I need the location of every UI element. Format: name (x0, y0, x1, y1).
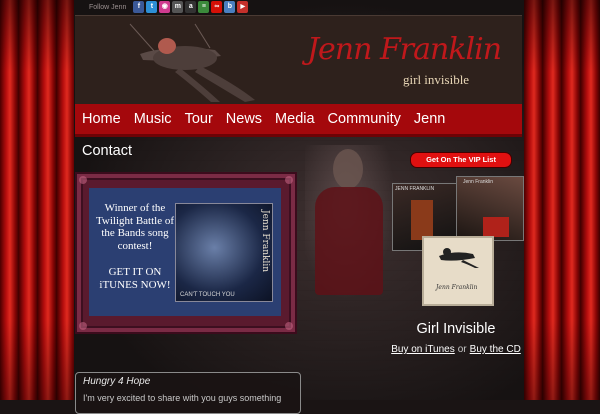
post-title[interactable]: Hungry 4 Hope (83, 376, 150, 387)
post-excerpt: I'm very excited to share with you guys … (83, 393, 282, 403)
myspace-icon[interactable]: m (172, 1, 184, 13)
nav-media[interactable]: Media (268, 111, 321, 127)
buy-itunes-link[interactable]: Buy on iTunes (391, 344, 455, 355)
vip-list-button[interactable]: Get On The VIP List (410, 152, 512, 168)
nav-overflow: Contact (75, 136, 139, 166)
right-curtain (524, 0, 600, 400)
release-title: Girl Invisible (416, 321, 496, 337)
facebook-icon[interactable]: f (133, 1, 145, 13)
nav-jenn[interactable]: Jenn (407, 111, 451, 127)
or-text: or (457, 344, 467, 355)
artist-logo[interactable]: Jenn Franklin (307, 32, 502, 67)
album1-title: JENN FRANKLIN (395, 186, 435, 192)
swing-silhouette-logo (129, 23, 255, 102)
amazon-icon[interactable]: a (185, 1, 197, 13)
album-cover-girl-invisible[interactable]: Jenn Franklin (422, 236, 494, 306)
nav-music[interactable]: Music (127, 111, 178, 127)
promo-cta: GET IT ON iTUNES NOW! (99, 266, 171, 291)
twitter-icon[interactable]: t (146, 1, 158, 13)
cover-song-title: CAN'T TOUCH YOU (180, 292, 235, 298)
buy-cd-link[interactable]: Buy the CD (470, 344, 521, 355)
promo-banner[interactable]: Winner of the Twilight Battle of the Ban… (75, 172, 297, 334)
artist-photo (305, 145, 395, 300)
album-cover-2[interactable]: Jenn Franklin (456, 176, 524, 241)
spotify-icon[interactable]: ≡ (198, 1, 210, 13)
album3-title: Jenn Franklin (436, 284, 478, 291)
nav-tour[interactable]: Tour (178, 111, 219, 127)
social-bar: Follow Jenn f t ◉ m a ≡ ∞ b ▶ (89, 0, 249, 14)
promo-panel: Winner of the Twilight Battle of the Ban… (89, 188, 281, 316)
nav-news[interactable]: News (219, 111, 268, 127)
youtube-icon[interactable]: ▶ (237, 1, 249, 13)
promo-headline: Winner of the Twilight Battle of the Ban… (95, 202, 175, 252)
album2-title: Jenn Franklin (463, 179, 494, 185)
cover-artist-name: Jenn Franklin (260, 210, 270, 273)
flickr-icon[interactable]: ◉ (159, 1, 171, 13)
site-header: Jenn Franklin girl invisible (75, 15, 522, 104)
nav-home[interactable]: Home (75, 111, 127, 127)
blog-icon[interactable]: b (224, 1, 236, 13)
tagline: girl invisible (403, 72, 470, 87)
single-cover-art: Jenn Franklin CAN'T TOUCH YOU (175, 203, 273, 302)
main-nav: Home Music Tour News Media Community Jen… (75, 104, 522, 134)
follow-label: Follow Jenn (89, 3, 127, 11)
blog-post-card[interactable]: Hungry 4 Hope I'm very excited to share … (75, 372, 301, 414)
lastfm-icon[interactable]: ∞ (211, 1, 223, 13)
swing-icon (439, 248, 479, 268)
left-curtain (0, 0, 74, 400)
nav-community[interactable]: Community (321, 111, 407, 127)
nav-contact[interactable]: Contact (75, 143, 139, 159)
buy-links: Buy on iTunes or Buy the CD (370, 344, 542, 355)
